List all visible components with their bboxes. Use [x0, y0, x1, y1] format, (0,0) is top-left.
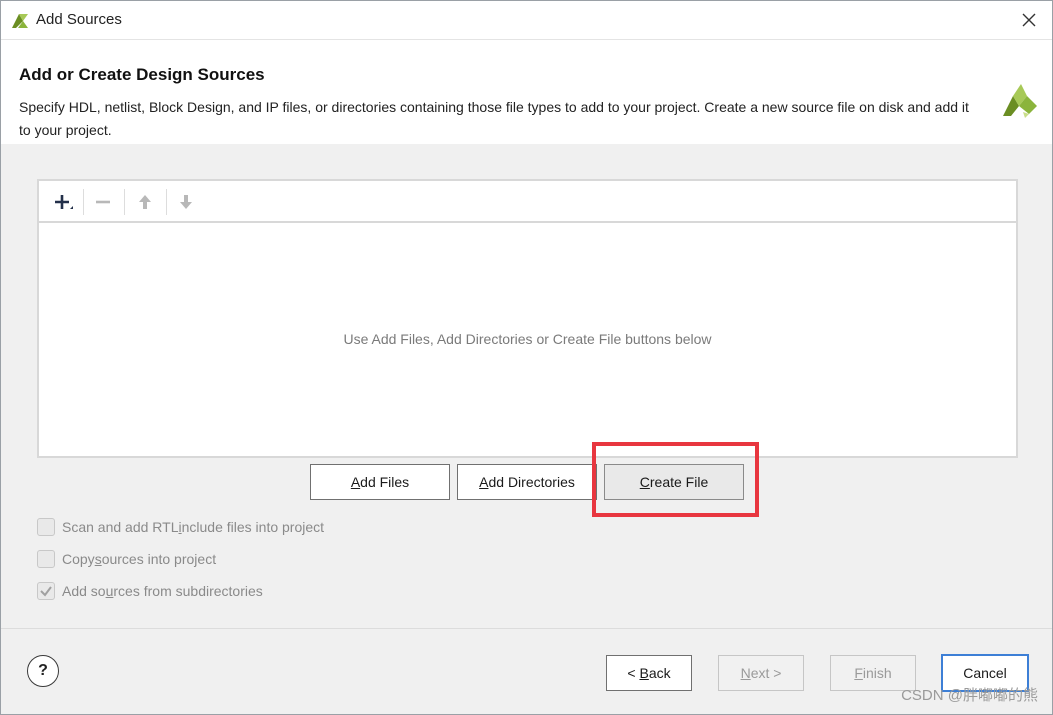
add-files-button[interactable]: Add Files — [310, 464, 450, 500]
window-title: Add Sources — [36, 11, 122, 28]
add-source-button[interactable] — [45, 187, 81, 217]
watermark: CSDN @胖嘟嘟的熊 — [901, 687, 1038, 704]
checkmark-icon — [40, 586, 52, 597]
close-icon — [1022, 13, 1036, 27]
file-list-toolbar — [39, 181, 1016, 223]
arrow-up-icon — [139, 195, 151, 209]
move-down-button[interactable] — [168, 187, 204, 217]
minus-icon — [96, 200, 110, 204]
arrow-down-icon — [180, 195, 192, 209]
help-icon: ? — [38, 662, 48, 679]
empty-list-message: Use Add Files, Add Directories or Create… — [343, 331, 712, 347]
plus-icon — [55, 195, 73, 209]
source-file-list[interactable]: Use Add Files, Add Directories or Create… — [37, 179, 1018, 458]
move-up-button[interactable] — [127, 187, 163, 217]
checkbox-box[interactable] — [37, 550, 55, 568]
header-title: Add or Create Design Sources — [19, 65, 265, 84]
create-file-button[interactable]: Create File — [604, 464, 744, 500]
add-subdirectories-checkbox[interactable]: Add so u rces from subdirectories — [37, 580, 263, 602]
title-bar: Add Sources — [1, 1, 1052, 39]
close-button[interactable] — [1016, 7, 1042, 33]
remove-source-button[interactable] — [85, 187, 121, 217]
header-description: Specify HDL, netlist, Block Design, and … — [19, 99, 969, 138]
scan-rtl-include-checkbox[interactable]: Scan and add RTL i nclude files into proj… — [37, 516, 324, 538]
dialog-footer: ? < Back Next > Finish Cancel CSDN @胖嘟嘟的… — [1, 628, 1052, 714]
checkbox-box[interactable] — [37, 582, 55, 600]
vivado-logo-icon — [12, 14, 28, 28]
next-button[interactable]: Next > — [718, 655, 804, 691]
checkbox-box[interactable] — [37, 518, 55, 536]
back-button[interactable]: < Back — [606, 655, 692, 691]
copy-sources-checkbox[interactable]: Copy s ources into project — [37, 548, 216, 570]
vivado-logo-icon — [1003, 84, 1037, 118]
dialog-header: Add or Create Design Sources Specify HDL… — [1, 39, 1052, 144]
add-directories-button[interactable]: Add Directories — [457, 464, 597, 500]
add-sources-dialog: Add Sources Add or Create Design Sources… — [0, 0, 1053, 715]
dialog-content: Use Add Files, Add Directories or Create… — [1, 144, 1052, 628]
help-button[interactable]: ? — [27, 655, 59, 687]
